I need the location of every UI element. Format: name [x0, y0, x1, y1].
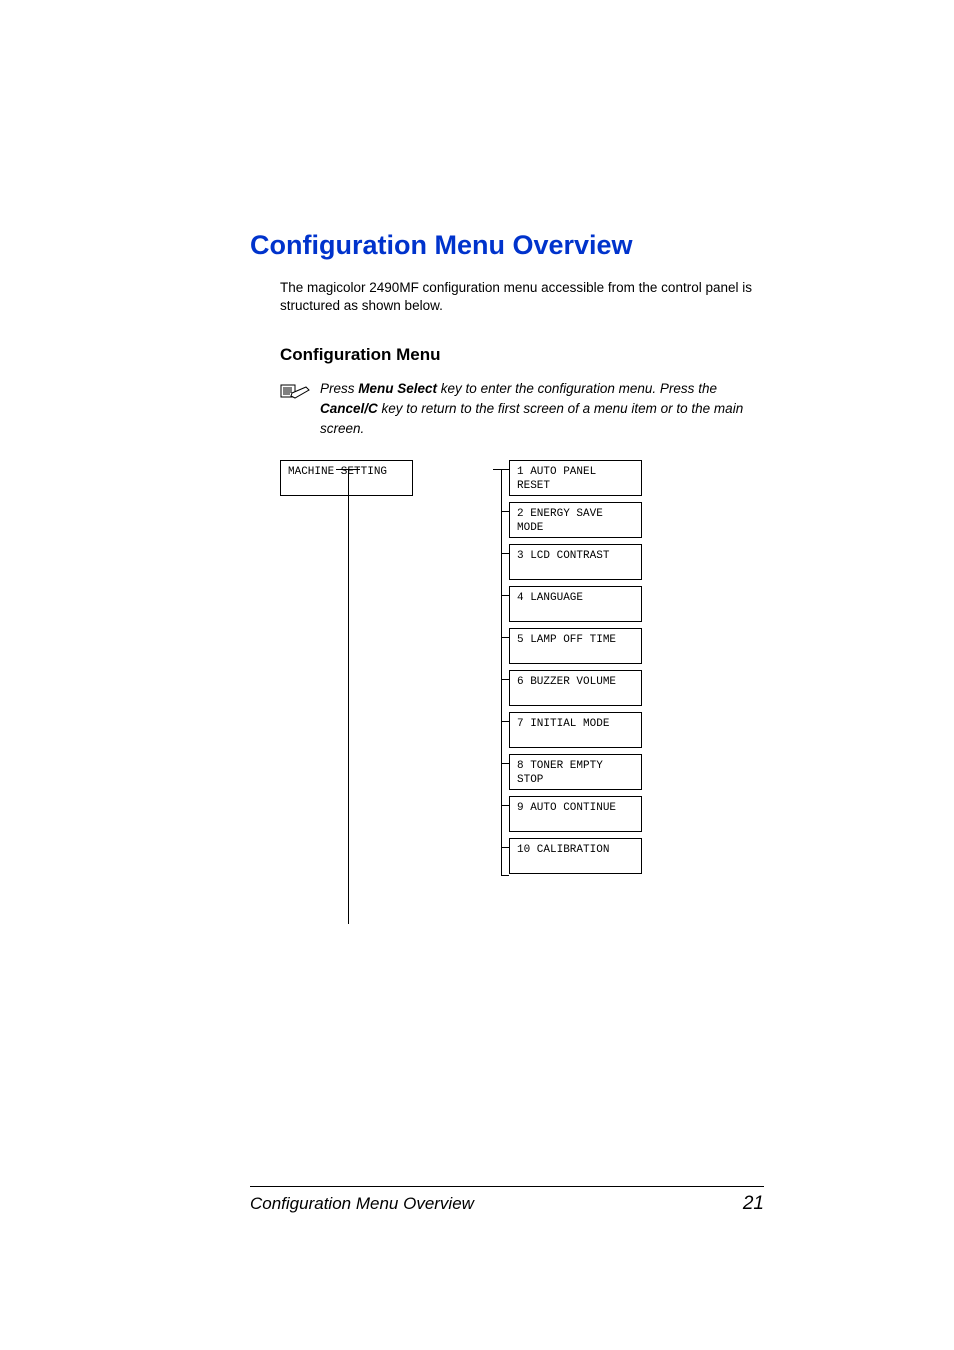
tree-item-label: 2 ENERGY SAVE MODE [517, 508, 634, 536]
tree-item-box: 5 LAMP OFF TIME [509, 628, 642, 664]
page-footer: Configuration Menu Overview 21 [250, 1186, 764, 1215]
tree-item-box: 10 CALIBRATION [509, 838, 642, 874]
tree-item-label: 5 LAMP OFF TIME [517, 634, 634, 648]
note-part: Press [320, 381, 358, 396]
tree-item-box: 1 AUTO PANEL RESET [509, 460, 642, 496]
tree-item-label: 9 AUTO CONTINUE [517, 802, 634, 816]
tree-connector [501, 721, 509, 722]
tree-connector [348, 469, 349, 924]
tree-item-box: 3 LCD CONTRAST [509, 544, 642, 580]
tree-item-box: 7 INITIAL MODE [509, 712, 642, 748]
section-heading: Configuration Menu [280, 345, 764, 365]
tree-connector [501, 763, 509, 764]
footer-page-number: 21 [743, 1193, 764, 1215]
intro-paragraph: The magicolor 2490MF configuration menu … [280, 279, 764, 315]
tree-item-label: 10 CALIBRATION [517, 844, 634, 858]
tree-item-box: 4 LANGUAGE [509, 586, 642, 622]
tree-connector [501, 875, 509, 876]
tree-item-label: 1 AUTO PANEL RESET [517, 466, 634, 494]
page-title: Configuration Menu Overview [250, 230, 764, 261]
note-icon [280, 381, 310, 406]
tree-item-label: 6 BUZZER VOLUME [517, 676, 634, 690]
tree-connector [501, 469, 502, 875]
note-text: Press Menu Select key to enter the confi… [320, 379, 764, 438]
note-bold: Cancel/C [320, 401, 378, 416]
tree-connector [501, 469, 509, 470]
tree-connector [501, 595, 509, 596]
tree-item-box: 8 TONER EMPTY STOP [509, 754, 642, 790]
tree-connector [501, 847, 509, 848]
tree-item-box: 9 AUTO CONTINUE [509, 796, 642, 832]
tree-item-box: 2 ENERGY SAVE MODE [509, 502, 642, 538]
tree-item-box: 6 BUZZER VOLUME [509, 670, 642, 706]
note-part: key to enter the configuration menu. Pre… [437, 381, 717, 396]
tree-connector [501, 805, 509, 806]
tree-item-label: 8 TONER EMPTY STOP [517, 760, 634, 788]
note-bold: Menu Select [358, 381, 437, 396]
tree-connector [501, 637, 509, 638]
tree-connector [501, 511, 509, 512]
tree-item-label: 7 INITIAL MODE [517, 718, 634, 732]
tree-connector [501, 553, 509, 554]
note-block: Press Menu Select key to enter the confi… [280, 379, 764, 438]
note-part: key to return to the first screen of a m… [320, 401, 743, 436]
footer-title: Configuration Menu Overview [250, 1194, 474, 1214]
tree-level1-box: MACHINE SETTING [280, 460, 413, 496]
tree-connector [501, 679, 509, 680]
menu-tree: Main screen MACHINE SETTING 1 AUTO PANEL… [280, 460, 764, 930]
tree-item-label: 3 LCD CONTRAST [517, 550, 634, 564]
tree-item-label: 4 LANGUAGE [517, 592, 634, 606]
